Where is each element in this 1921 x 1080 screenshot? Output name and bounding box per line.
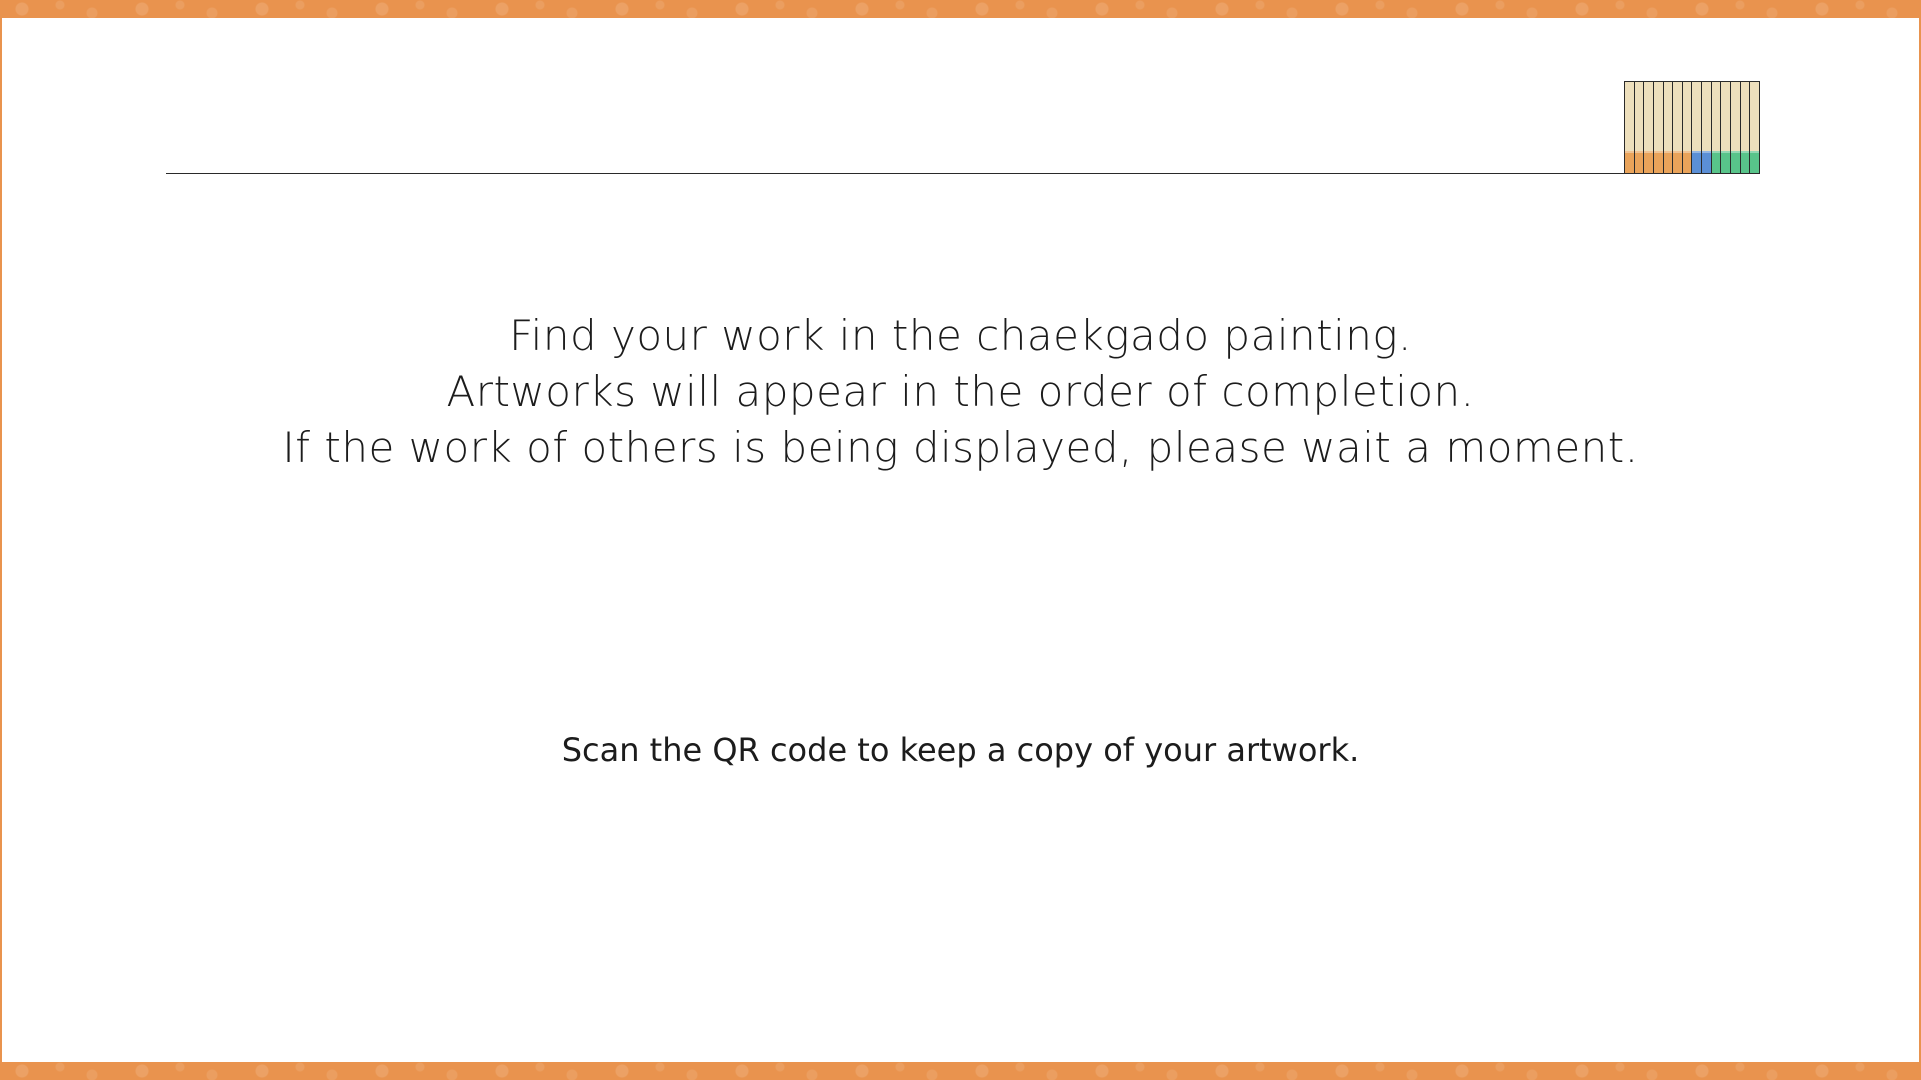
progress-slot-fill xyxy=(1653,151,1663,173)
qr-code-note: Scan the QR code to keep a copy of your … xyxy=(561,731,1360,769)
kiosk-screen: Find your work in the chaekgado painting… xyxy=(0,0,1921,1080)
progress-slot-fill xyxy=(1711,151,1721,173)
progress-slot-fill xyxy=(1673,151,1682,173)
progress-slot-fill xyxy=(1663,151,1673,173)
progress-slot-fill xyxy=(1721,151,1731,173)
decorative-bottom-band xyxy=(2,1062,1919,1080)
progress-slot xyxy=(1721,82,1732,173)
progress-slot-fill xyxy=(1682,151,1692,173)
instruction-line-2: Artworks will appear in the order of com… xyxy=(446,367,1475,416)
instruction-message: Find your work in the chaekgado painting… xyxy=(2,308,1919,476)
progress-slot xyxy=(1750,82,1759,173)
instruction-line-1: Find your work in the chaekgado painting… xyxy=(509,311,1412,360)
progress-slot-fill xyxy=(1625,151,1634,173)
progress-slot xyxy=(1682,82,1693,173)
progress-slot xyxy=(1702,82,1712,173)
progress-slot xyxy=(1692,82,1703,173)
progress-slot xyxy=(1663,82,1674,173)
progress-slot xyxy=(1653,82,1664,173)
decorative-top-band xyxy=(2,0,1919,18)
progress-slot-fill xyxy=(1731,151,1740,173)
progress-slot xyxy=(1634,82,1645,173)
progress-slot-fill xyxy=(1740,151,1750,173)
progress-slot xyxy=(1644,82,1654,173)
header-divider xyxy=(166,173,1624,174)
progress-slot-fill xyxy=(1702,151,1711,173)
chaekgado-progress-indicator xyxy=(1624,81,1760,174)
progress-slot-fill xyxy=(1750,151,1759,173)
progress-slot-fill xyxy=(1644,151,1653,173)
progress-slot xyxy=(1740,82,1751,173)
progress-slot xyxy=(1625,82,1635,173)
progress-slot xyxy=(1673,82,1683,173)
instruction-line-3: If the work of others is being displayed… xyxy=(282,423,1639,472)
progress-slot xyxy=(1731,82,1741,173)
progress-slot-fill xyxy=(1692,151,1702,173)
progress-slot-fill xyxy=(1634,151,1644,173)
progress-slot xyxy=(1711,82,1722,173)
